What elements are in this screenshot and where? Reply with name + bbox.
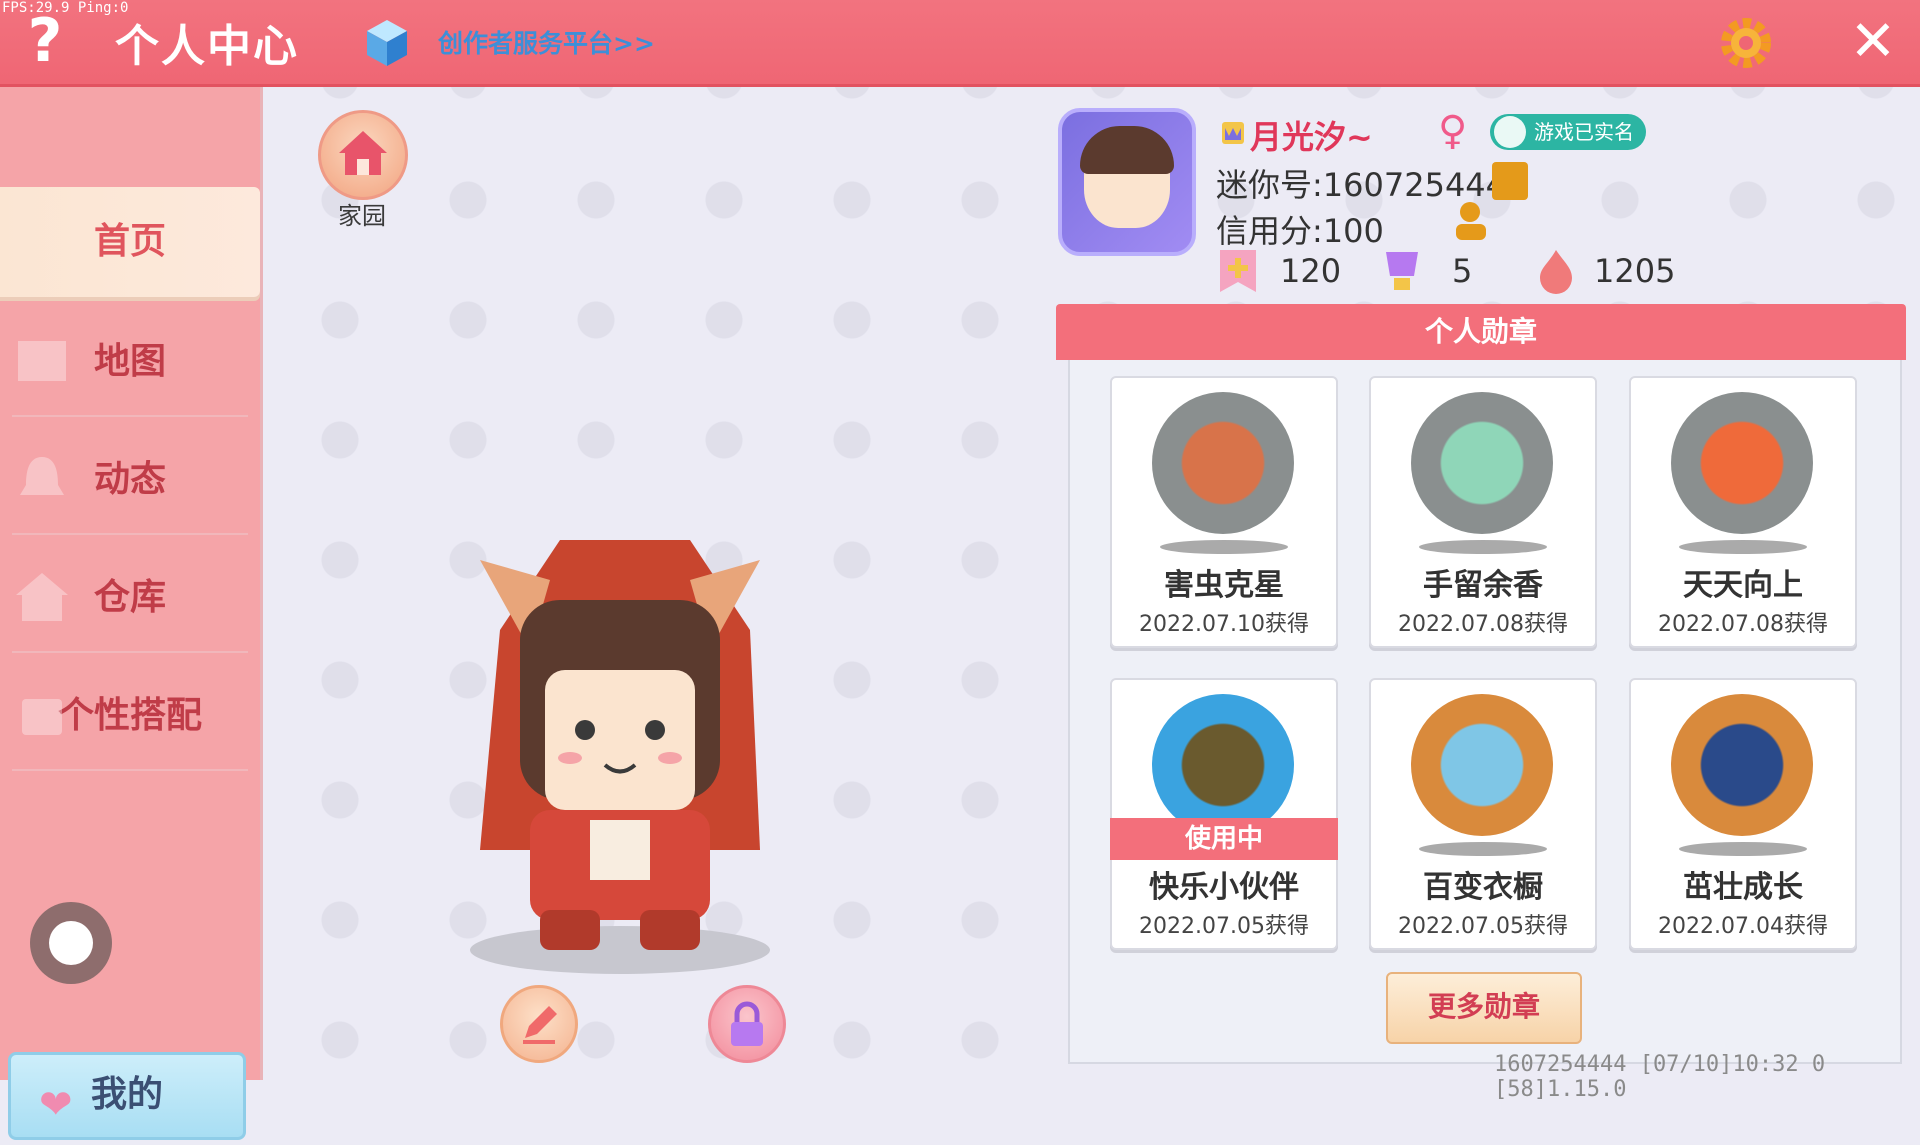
cube-icon	[367, 20, 407, 66]
house-icon	[16, 573, 68, 621]
sidebar-item-label: 动态	[93, 459, 166, 500]
medal-icon	[1671, 392, 1813, 534]
bell-icon	[20, 457, 64, 495]
lock-icon	[731, 1001, 763, 1046]
stat-popularity: 1205	[1594, 252, 1676, 290]
close-icon[interactable]: ✕	[1848, 14, 1898, 70]
medal-date: 2022.07.10获得	[1139, 612, 1309, 637]
copy-icon[interactable]	[1492, 162, 1528, 200]
medal-name: 快乐小伙伴	[1149, 870, 1299, 905]
creator-platform-link[interactable]: 创作者服务平台>>	[438, 24, 655, 60]
realname-badge-label: 游戏已实名	[1534, 120, 1634, 144]
help-icon[interactable]: ?	[20, 8, 70, 74]
medal-date: 2022.07.05获得	[1398, 914, 1568, 939]
top-bar: FPS:29.9 Ping:0 ? 个人中心 创作者服务平台>> ✕	[0, 0, 1920, 87]
credit-person-icon[interactable]	[1450, 200, 1494, 242]
more-medals-button[interactable]: 更多勋章	[1386, 972, 1582, 1044]
medal-card[interactable]: 天天向上 2022.07.08获得	[1629, 376, 1857, 648]
sidebar: 首页 地图 动态 仓库 个性搭配 ❤ 我的	[0, 87, 263, 1140]
joystick-toggle[interactable]	[30, 902, 112, 984]
player-character	[470, 540, 770, 974]
page-title: 个人中心	[115, 21, 299, 72]
medal-name: 天天向上	[1683, 568, 1803, 603]
medal-card[interactable]: 使用中 快乐小伙伴 2022.07.05获得	[1110, 678, 1338, 950]
stat-likes: 120	[1280, 252, 1342, 290]
trophy-icon	[1386, 252, 1418, 290]
heart-icon: ❤	[39, 1082, 73, 1128]
home-label: 家园	[338, 202, 386, 230]
edit-button[interactable]	[500, 985, 578, 1063]
medal-card[interactable]: 茁壮成长 2022.07.04获得	[1629, 678, 1857, 950]
person-icon	[1494, 116, 1526, 148]
sidebar-item-map[interactable]: 地图	[0, 307, 260, 417]
medal-date: 2022.07.08获得	[1398, 612, 1568, 637]
medal-card[interactable]: 害虫克星 2022.07.10获得	[1110, 376, 1338, 648]
realname-badge: 游戏已实名	[1490, 114, 1646, 150]
sidebar-item-feed[interactable]: 动态	[0, 425, 260, 535]
pencil-icon	[523, 1006, 557, 1044]
medal-icon	[1411, 392, 1553, 534]
stat-trophies: 5	[1452, 252, 1473, 290]
medal-date: 2022.07.05获得	[1139, 914, 1309, 939]
avatar-hair	[1080, 126, 1174, 174]
flame-icon	[1540, 250, 1572, 294]
map-icon	[18, 341, 66, 381]
credit-score: 信用分:100	[1216, 212, 1384, 250]
bookmark-plus-icon	[1220, 250, 1256, 292]
avatar[interactable]	[1058, 108, 1196, 256]
medal-date: 2022.07.08获得	[1658, 612, 1828, 637]
mine-label: 我的	[90, 1074, 163, 1115]
home-button[interactable]	[318, 110, 408, 200]
medal-icon	[1152, 694, 1294, 836]
sidebar-item-label: 地图	[93, 341, 166, 382]
sidebar-item-label: 仓库	[93, 577, 166, 618]
sidebar-item-warehouse[interactable]: 仓库	[0, 543, 260, 653]
house-icon	[339, 131, 387, 175]
medal-name: 害虫克星	[1164, 568, 1284, 603]
medal-name: 手留余香	[1423, 568, 1543, 603]
medal-name: 百变衣橱	[1423, 870, 1543, 905]
medal-card[interactable]: 百变衣橱 2022.07.05获得	[1369, 678, 1597, 950]
sidebar-item-home[interactable]: 首页	[0, 187, 260, 297]
medal-icon	[1671, 694, 1813, 836]
username: 月光汐~	[1250, 118, 1373, 156]
medals-header: 个人勋章	[1056, 304, 1906, 360]
medal-name: 茁壮成长	[1683, 870, 1803, 905]
footer-info: 1607254444 [07/10]10:32 0 [58]1.15.0	[1494, 1052, 1826, 1102]
sidebar-item-label: 个性搭配	[57, 695, 202, 736]
female-icon: ♀	[1438, 108, 1468, 154]
medal-card[interactable]: 手留余香 2022.07.08获得	[1369, 376, 1597, 648]
medal-icon	[1152, 392, 1294, 534]
lock-button[interactable]	[708, 985, 786, 1063]
in-use-badge: 使用中	[1110, 818, 1338, 860]
gear-icon[interactable]	[1718, 15, 1774, 71]
medal-date: 2022.07.04获得	[1658, 914, 1828, 939]
mine-button[interactable]: ❤ 我的	[8, 1052, 246, 1140]
medal-icon	[1411, 694, 1553, 836]
sidebar-item-label: 首页	[93, 221, 166, 262]
sidebar-item-outfit[interactable]: 个性搭配	[0, 661, 260, 771]
outfit-icon	[22, 699, 62, 735]
